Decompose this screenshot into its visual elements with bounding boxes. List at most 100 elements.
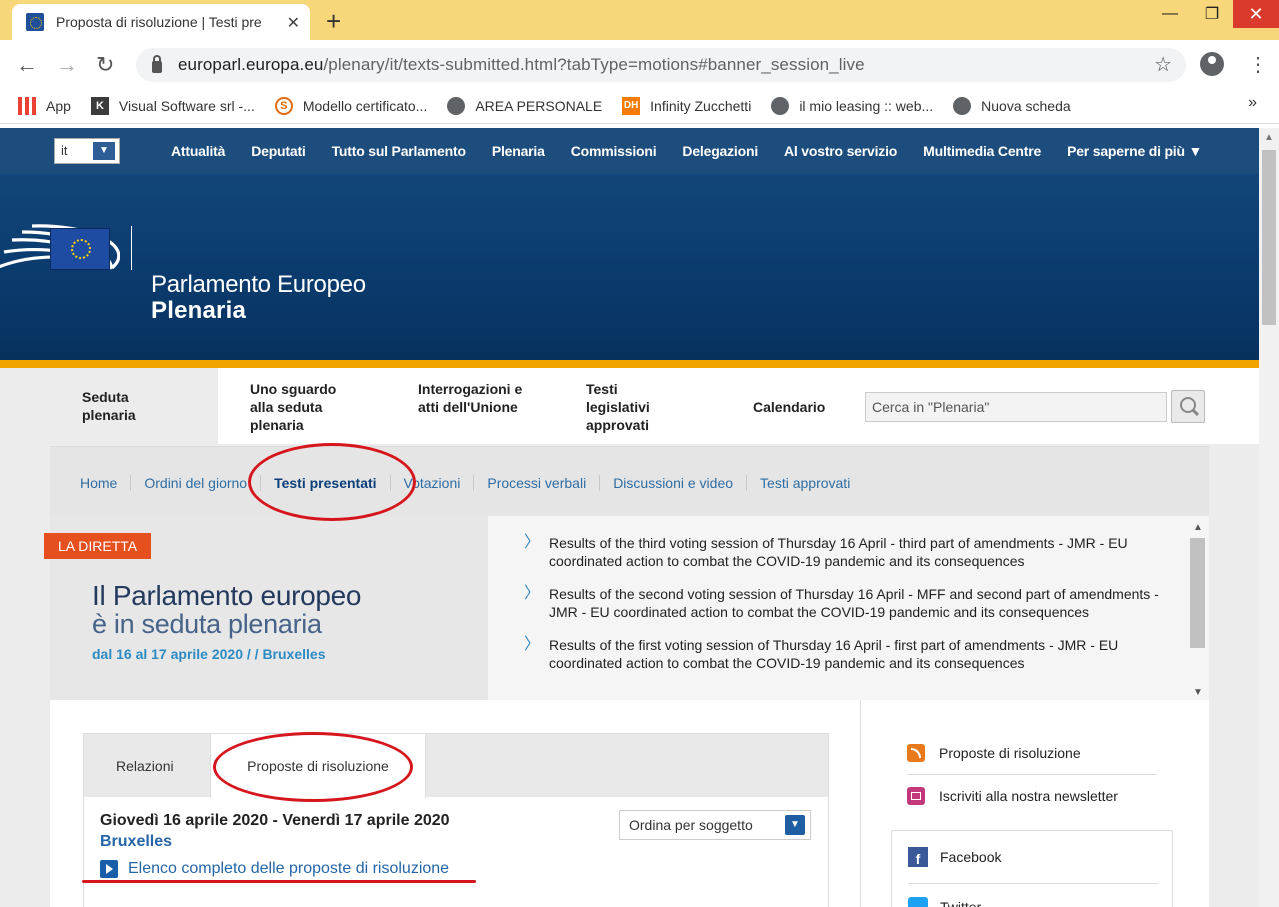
facebook-label: Facebook <box>940 849 1002 865</box>
language-value: it <box>61 143 68 158</box>
topnav-plenaria[interactable]: Plenaria <box>492 143 545 159</box>
bookmark-visual-software[interactable]: K Visual Software srl -... <box>90 96 255 115</box>
web-page: it ▼ Attualità Deputati Tutto sul Parlam… <box>0 128 1259 907</box>
link-testi-presentati[interactable]: Testi presentati <box>260 475 389 491</box>
link-processi-verbali[interactable]: Processi verbali <box>473 475 599 491</box>
news-item[interactable]: 〉 Results of the first voting session of … <box>524 636 1164 672</box>
topnav-deputati[interactable]: Deputati <box>251 143 306 159</box>
divider <box>907 774 1157 775</box>
topnav-parlamento[interactable]: Tutto sul Parlamento <box>332 143 466 159</box>
topnav-servizio[interactable]: Al vostro servizio <box>784 143 897 159</box>
bookmark-infinity[interactable]: DH Infinity Zucchetti <box>622 96 752 115</box>
bookmark-area-personale[interactable]: AREA PERSONALE <box>447 96 602 115</box>
subnav-seduta-plenaria[interactable]: Seduta plenaria <box>50 368 218 444</box>
subnav-sguardo[interactable]: Uno sguardo alla seduta plenaria <box>250 380 360 434</box>
sort-value: Ordina per soggetto <box>629 817 753 833</box>
close-window-button[interactable]: ✕ <box>1233 0 1279 28</box>
globe-icon <box>447 96 466 115</box>
bookmark-star-icon[interactable]: ☆ <box>1154 52 1172 77</box>
chevron-right-icon: 〉 <box>524 534 541 551</box>
live-session-intro: LA DIRETTA Il Parlamento europeo è in se… <box>44 516 488 700</box>
reload-button[interactable]: ↻ <box>96 52 114 78</box>
topnav-commissioni[interactable]: Commissioni <box>571 143 657 159</box>
tab-relazioni[interactable]: Relazioni <box>116 758 174 774</box>
site-banner <box>0 174 1259 360</box>
language-select[interactable]: it ▼ <box>54 138 120 164</box>
link-votazioni[interactable]: Votazioni <box>389 475 474 491</box>
minimize-button[interactable]: — <box>1149 0 1191 28</box>
link-discussioni-video[interactable]: Discussioni e video <box>599 475 746 491</box>
twitter-label: Twitter <box>940 899 982 907</box>
scroll-down-icon[interactable]: ▼ <box>1193 687 1203 698</box>
new-tab-button[interactable]: + <box>326 6 341 37</box>
newsletter-link[interactable]: Iscriviti alla nostra newsletter <box>907 787 1118 805</box>
facebook-icon: f <box>908 847 928 867</box>
news-item[interactable]: 〉 Results of the second voting session of… <box>524 585 1164 621</box>
tab-close-icon[interactable]: ✕ <box>287 13 300 33</box>
news-scroll-thumb[interactable] <box>1190 538 1205 648</box>
eu-favicon-icon <box>26 13 44 31</box>
subnav-testi-legislativi[interactable]: Testi legislativi approvati <box>586 380 676 434</box>
full-list-label: Elenco completo delle proposte di risolu… <box>128 860 450 877</box>
link-testi-approvati[interactable]: Testi approvati <box>746 475 863 491</box>
address-bar[interactable]: europarl.europa.eu/plenary/it/texts-subm… <box>136 48 1186 82</box>
subnav-label: Seduta plenaria <box>82 389 136 423</box>
bookmark-label: Visual Software srl -... <box>118 97 255 114</box>
bookmarks-overflow-icon[interactable]: » <box>1248 94 1257 112</box>
profile-icon[interactable] <box>1200 52 1224 76</box>
link-ordini-del-giorno[interactable]: Ordini del giorno <box>130 475 260 491</box>
bookmark-modello[interactable]: S Modello certificato... <box>274 96 427 115</box>
page-scrollbar[interactable]: ▲ <box>1259 128 1279 907</box>
back-button[interactable]: ← <box>16 52 38 78</box>
news-text: Results of the second voting session of … <box>549 586 1159 620</box>
banner-subtitle[interactable]: Plenaria <box>151 297 246 325</box>
rss-link[interactable]: Proposte di risoluzione <box>907 744 1081 762</box>
scroll-up-icon[interactable]: ▲ <box>1193 522 1203 533</box>
bookmark-label: Nuova scheda <box>981 97 1071 114</box>
annotation-underline-full-list <box>82 880 476 883</box>
full-list-link[interactable]: Elenco completo delle proposte di risolu… <box>100 860 449 878</box>
news-text: Results of the third voting session of T… <box>549 535 1128 569</box>
topnav-multimedia[interactable]: Multimedia Centre <box>923 143 1041 159</box>
browser-menu-icon[interactable]: ⋮ <box>1248 52 1268 77</box>
rss-label: Proposte di risoluzione <box>939 745 1081 761</box>
site-top-nav: it ▼ Attualità Deputati Tutto sul Parlam… <box>0 128 1259 174</box>
topnav-delegazioni[interactable]: Delegazioni <box>682 143 758 159</box>
dropdown-arrow-icon: ▼ <box>785 815 805 835</box>
topnav-attualita[interactable]: Attualità <box>171 143 225 159</box>
k-logo-icon: K <box>90 96 109 115</box>
search-button[interactable] <box>1171 390 1205 423</box>
tab-proposte-di-risoluzione[interactable]: Proposte di risoluzione <box>210 734 426 798</box>
subnav-interrogazioni[interactable]: Interrogazioni e atti dell'Unione <box>418 380 528 416</box>
divider <box>908 883 1158 884</box>
link-home[interactable]: Home <box>80 475 130 491</box>
page-scroll-thumb[interactable] <box>1262 150 1276 325</box>
globe-icon <box>771 96 790 115</box>
bookmark-label: Infinity Zucchetti <box>650 97 752 114</box>
bookmark-leasing[interactable]: il mio leasing :: web... <box>771 96 933 115</box>
bookmark-label: App <box>46 97 71 114</box>
news-scrollbar[interactable]: ▲ ▼ <box>1190 522 1206 698</box>
s-logo-icon: S <box>274 96 293 115</box>
maximize-button[interactable]: ❐ <box>1191 0 1233 28</box>
bookmark-app[interactable]: App <box>18 96 71 115</box>
forward-button[interactable]: → <box>56 52 78 78</box>
scroll-up-icon[interactable]: ▲ <box>1264 132 1274 143</box>
banner-title[interactable]: Parlamento Europeo <box>151 271 366 299</box>
twitter-link[interactable]: Twitter <box>908 897 981 907</box>
news-item[interactable]: 〉 Results of the third voting session of … <box>524 534 1164 570</box>
newsletter-label: Iscriviti alla nostra newsletter <box>939 788 1118 804</box>
url-path: /plenary/it/texts-submitted.html?tabType… <box>323 55 865 74</box>
news-text: Results of the first voting session of T… <box>549 637 1119 671</box>
search-input[interactable]: Cerca in "Plenaria" <box>865 392 1167 422</box>
facebook-link[interactable]: f Facebook <box>908 847 1001 867</box>
sort-select[interactable]: Ordina per soggetto ▼ <box>619 810 811 840</box>
subnav-calendario[interactable]: Calendario <box>753 398 825 416</box>
bookmark-nuova-scheda[interactable]: Nuova scheda <box>953 96 1071 115</box>
browser-tabstrip: Proposta di risoluzione | Testi pre ✕ + … <box>0 0 1279 40</box>
browser-tab[interactable]: Proposta di risoluzione | Testi pre ✕ <box>12 4 310 40</box>
lock-icon[interactable] <box>152 55 162 73</box>
section-tabs: Home Ordini del giorno Testi presentati … <box>50 446 1209 516</box>
topnav-per-saperne[interactable]: Per saperne di più ▼ <box>1067 143 1202 159</box>
window-controls: — ❐ ✕ <box>1149 0 1279 28</box>
